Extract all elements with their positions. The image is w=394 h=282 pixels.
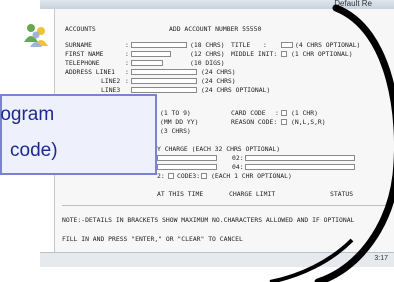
note-text: NOTE:-DETAILS IN BRACKETS SHOW MAXIMUM N… [62, 216, 355, 224]
hint-1to9: (1 TO 9) [160, 109, 191, 117]
address2-label: LINE2 [101, 77, 121, 85]
col-at-this-time: AT THIS TIME [157, 190, 204, 198]
window-title: Default Re [334, 0, 372, 8]
address2-hint: (24 CHRS) [201, 77, 236, 85]
code3-field[interactable] [201, 173, 207, 179]
address2-colon: : [125, 77, 129, 85]
charge-field-04[interactable] [245, 164, 355, 170]
codes-hint: (EACH 1 CHR OPTIONAL) [211, 172, 292, 180]
address2-field[interactable] [131, 78, 197, 84]
title-hint: (4 CHRS OPTIONAL) [295, 41, 361, 49]
title-field[interactable] [281, 42, 293, 48]
first-name-hint: (12 CHRS) [190, 50, 225, 58]
col-status: STATUS [330, 190, 354, 198]
callout-line-2: code) [10, 140, 58, 161]
charge-code-02-label: 02: [232, 154, 244, 162]
address1-field[interactable] [131, 69, 197, 75]
surname-label: SURNAME [65, 41, 92, 49]
card-code-hint: (1 CHR) [291, 109, 318, 117]
hint-date: (MM DD YY) [160, 118, 199, 126]
charge-label: Y CHARGE (EACH 32 CHRS OPTIONAL) [157, 145, 281, 153]
first-name-colon: : [125, 50, 129, 58]
users-icon [24, 24, 48, 47]
reason-code-hint: (N,L,S,R) [291, 118, 326, 126]
clock: 3:17 [374, 255, 388, 262]
hint-3chrs: (3 CHRS) [160, 127, 191, 135]
reason-code-label: REASON CODE: [231, 118, 278, 126]
address3-label: LINE3 [101, 86, 121, 94]
address1-hint: (24 CHRS) [201, 68, 236, 76]
middle-init-label: MIDDLE INIT: [231, 50, 278, 58]
address1-colon: : [125, 68, 129, 76]
title-colon: : [263, 41, 267, 49]
instruction-text: FILL IN AND PRESS "ENTER," OR "CLEAR" TO… [62, 235, 243, 243]
telephone-field[interactable] [131, 60, 163, 66]
callout-line-1: rogram [0, 104, 55, 125]
col-charge-limit: CHARGE LIMIT [229, 190, 276, 198]
title-label: TITLE [231, 41, 251, 49]
code2-label: 2: [157, 172, 165, 180]
charge-field-02[interactable] [245, 155, 355, 161]
address1-label: ADDRESS LINE1 [65, 68, 116, 76]
charge-field-01[interactable] [157, 155, 217, 161]
divider [62, 205, 387, 206]
address3-hint: (24 CHRS OPTIONAL) [201, 86, 271, 94]
surname-hint: (18 CHRS) [190, 41, 225, 49]
charge-field-03[interactable] [157, 164, 217, 170]
code2-field[interactable] [168, 173, 174, 179]
surname-colon: : [125, 41, 129, 49]
charge-code-04-label: 04: [232, 163, 244, 171]
middle-init-hint: (1 CHR OPTIONAL) [291, 50, 353, 58]
middle-init-field[interactable] [281, 51, 287, 57]
status-bar: 3:17 [40, 252, 394, 267]
address3-field[interactable] [131, 87, 197, 93]
form-header: ADD ACCOUNT NUMBER 55550 [169, 25, 262, 33]
card-code-colon: : [275, 109, 279, 117]
telephone-hint: (10 DIGS) [190, 59, 225, 67]
telephone-colon: : [125, 59, 129, 67]
callout-box: rogram code) [0, 94, 157, 175]
code3-label: CODE3: [177, 172, 201, 180]
first-name-label: FIRST NAME [65, 50, 104, 58]
form-title: ACCOUNTS [65, 25, 96, 33]
reason-code-field[interactable] [281, 119, 287, 125]
telephone-label: TELEPHONE [65, 59, 100, 67]
card-code-label: CARD CODE [231, 109, 266, 117]
surname-field[interactable] [131, 42, 187, 48]
first-name-field[interactable] [131, 51, 171, 57]
card-code-field[interactable] [281, 110, 287, 116]
window-titlebar: Default Re [40, 0, 394, 9]
